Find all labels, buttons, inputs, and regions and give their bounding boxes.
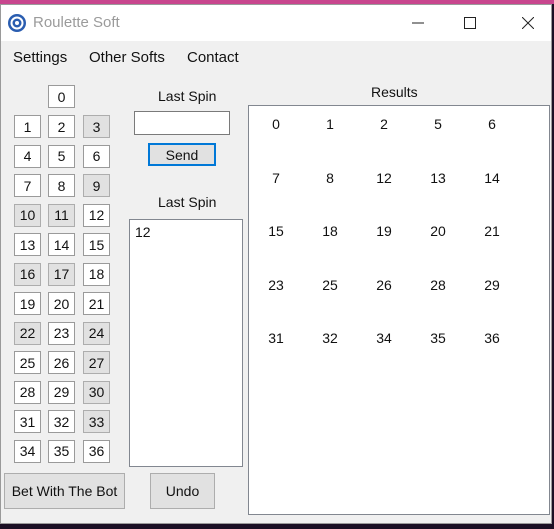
number-button-5[interactable]: 5	[48, 144, 75, 168]
number-button-13[interactable]: 13	[14, 233, 41, 256]
result-item: 18	[322, 223, 338, 239]
app-window: Roulette Soft Settings Other Softs Conta…	[0, 4, 552, 524]
number-button-10[interactable]: 10	[14, 203, 41, 227]
window-title: Roulette Soft	[33, 14, 120, 31]
result-item: 23	[268, 276, 284, 293]
menu-settings[interactable]: Settings	[13, 49, 67, 66]
number-button-15[interactable]: 15	[83, 233, 110, 256]
result-item: 29	[484, 276, 500, 293]
result-item: 8	[326, 169, 334, 186]
result-item: 28	[430, 276, 446, 293]
number-button-25[interactable]: 25	[14, 351, 41, 374]
number-button-35[interactable]: 35	[48, 439, 75, 463]
result-item: 35	[430, 330, 446, 346]
number-button-8[interactable]: 8	[48, 174, 75, 197]
number-button-32[interactable]: 32	[48, 410, 75, 433]
number-button-33[interactable]: 33	[83, 410, 110, 433]
last-spin-input[interactable]	[134, 111, 230, 135]
number-button-2[interactable]: 2	[48, 115, 75, 138]
number-button-11[interactable]: 11	[48, 203, 75, 227]
number-button-19[interactable]: 19	[14, 292, 41, 315]
menu-contact[interactable]: Contact	[187, 49, 239, 66]
number-button-1[interactable]: 1	[14, 115, 41, 138]
result-item: 19	[376, 223, 392, 239]
number-button-21[interactable]: 21	[83, 292, 110, 315]
number-button-27[interactable]: 27	[83, 351, 110, 374]
number-button-22[interactable]: 22	[14, 321, 41, 345]
number-button-3[interactable]: 3	[83, 115, 110, 138]
number-button-17[interactable]: 17	[48, 262, 75, 286]
result-item: 34	[376, 330, 392, 346]
bet-with-the-bot-button[interactable]: Bet With The Bot	[4, 473, 125, 509]
result-item: 14	[484, 169, 500, 186]
number-button-4[interactable]: 4	[14, 144, 41, 168]
result-item: 6	[488, 116, 496, 132]
number-button-7[interactable]: 7	[14, 174, 41, 197]
number-button-9[interactable]: 9	[83, 174, 110, 197]
number-button-26[interactable]: 26	[48, 351, 75, 374]
number-button-20[interactable]: 20	[48, 292, 75, 315]
results-label: Results	[371, 84, 418, 100]
result-item: 31	[268, 330, 284, 346]
result-item: 26	[376, 276, 392, 293]
last-spin-list[interactable]: 12	[129, 219, 243, 467]
number-button-12[interactable]: 12	[83, 203, 110, 227]
number-button-34[interactable]: 34	[14, 439, 41, 463]
result-item: 12	[376, 169, 392, 186]
number-button-23[interactable]: 23	[48, 321, 75, 345]
undo-button[interactable]: Undo	[150, 473, 215, 509]
result-item: 25	[322, 276, 338, 293]
minimize-button[interactable]	[395, 5, 441, 41]
result-item: 21	[484, 223, 500, 239]
number-button-36[interactable]: 36	[83, 439, 110, 463]
maximize-button[interactable]	[447, 5, 493, 41]
result-item: 20	[430, 223, 446, 239]
number-button-24[interactable]: 24	[83, 321, 110, 345]
number-button-18[interactable]: 18	[83, 262, 110, 286]
number-button-16[interactable]: 16	[14, 262, 41, 286]
number-button-6[interactable]: 6	[83, 144, 110, 168]
close-button[interactable]	[505, 5, 551, 41]
result-item: 0	[272, 116, 280, 132]
send-button[interactable]: Send	[148, 143, 216, 166]
title-bar[interactable]: Roulette Soft	[1, 5, 551, 41]
result-item: 2	[380, 116, 388, 132]
result-item: 15	[268, 223, 284, 239]
menu-bar: Settings Other Softs Contact	[1, 41, 551, 72]
list-item[interactable]: 12	[135, 224, 151, 240]
last-spin-input-label: Last Spin	[158, 88, 217, 104]
number-button-30[interactable]: 30	[83, 380, 110, 404]
number-button-31[interactable]: 31	[14, 410, 41, 433]
results-panel[interactable]: 0 1 2 5 6 7 8 12 13 14 15 18 19 20 21 23 25 26 28 29 31 32 34 3…	[248, 105, 550, 515]
number-button-29[interactable]: 29	[48, 380, 75, 404]
number-button-14[interactable]: 14	[48, 233, 75, 256]
roulette-wheel-icon	[8, 14, 26, 32]
result-item: 32	[322, 330, 338, 346]
last-spin-list-label: Last Spin	[158, 194, 217, 210]
minimize-icon	[412, 22, 424, 24]
close-icon	[522, 17, 534, 29]
result-item: 5	[434, 116, 442, 132]
result-item: 36	[484, 330, 500, 346]
result-item: 7	[272, 169, 280, 186]
result-item: 13	[430, 169, 446, 186]
number-button-28[interactable]: 28	[14, 380, 41, 404]
menu-other-softs[interactable]: Other Softs	[89, 49, 165, 66]
result-item: 1	[326, 116, 334, 132]
number-button-0[interactable]: 0	[48, 85, 75, 108]
maximize-icon	[464, 17, 476, 29]
